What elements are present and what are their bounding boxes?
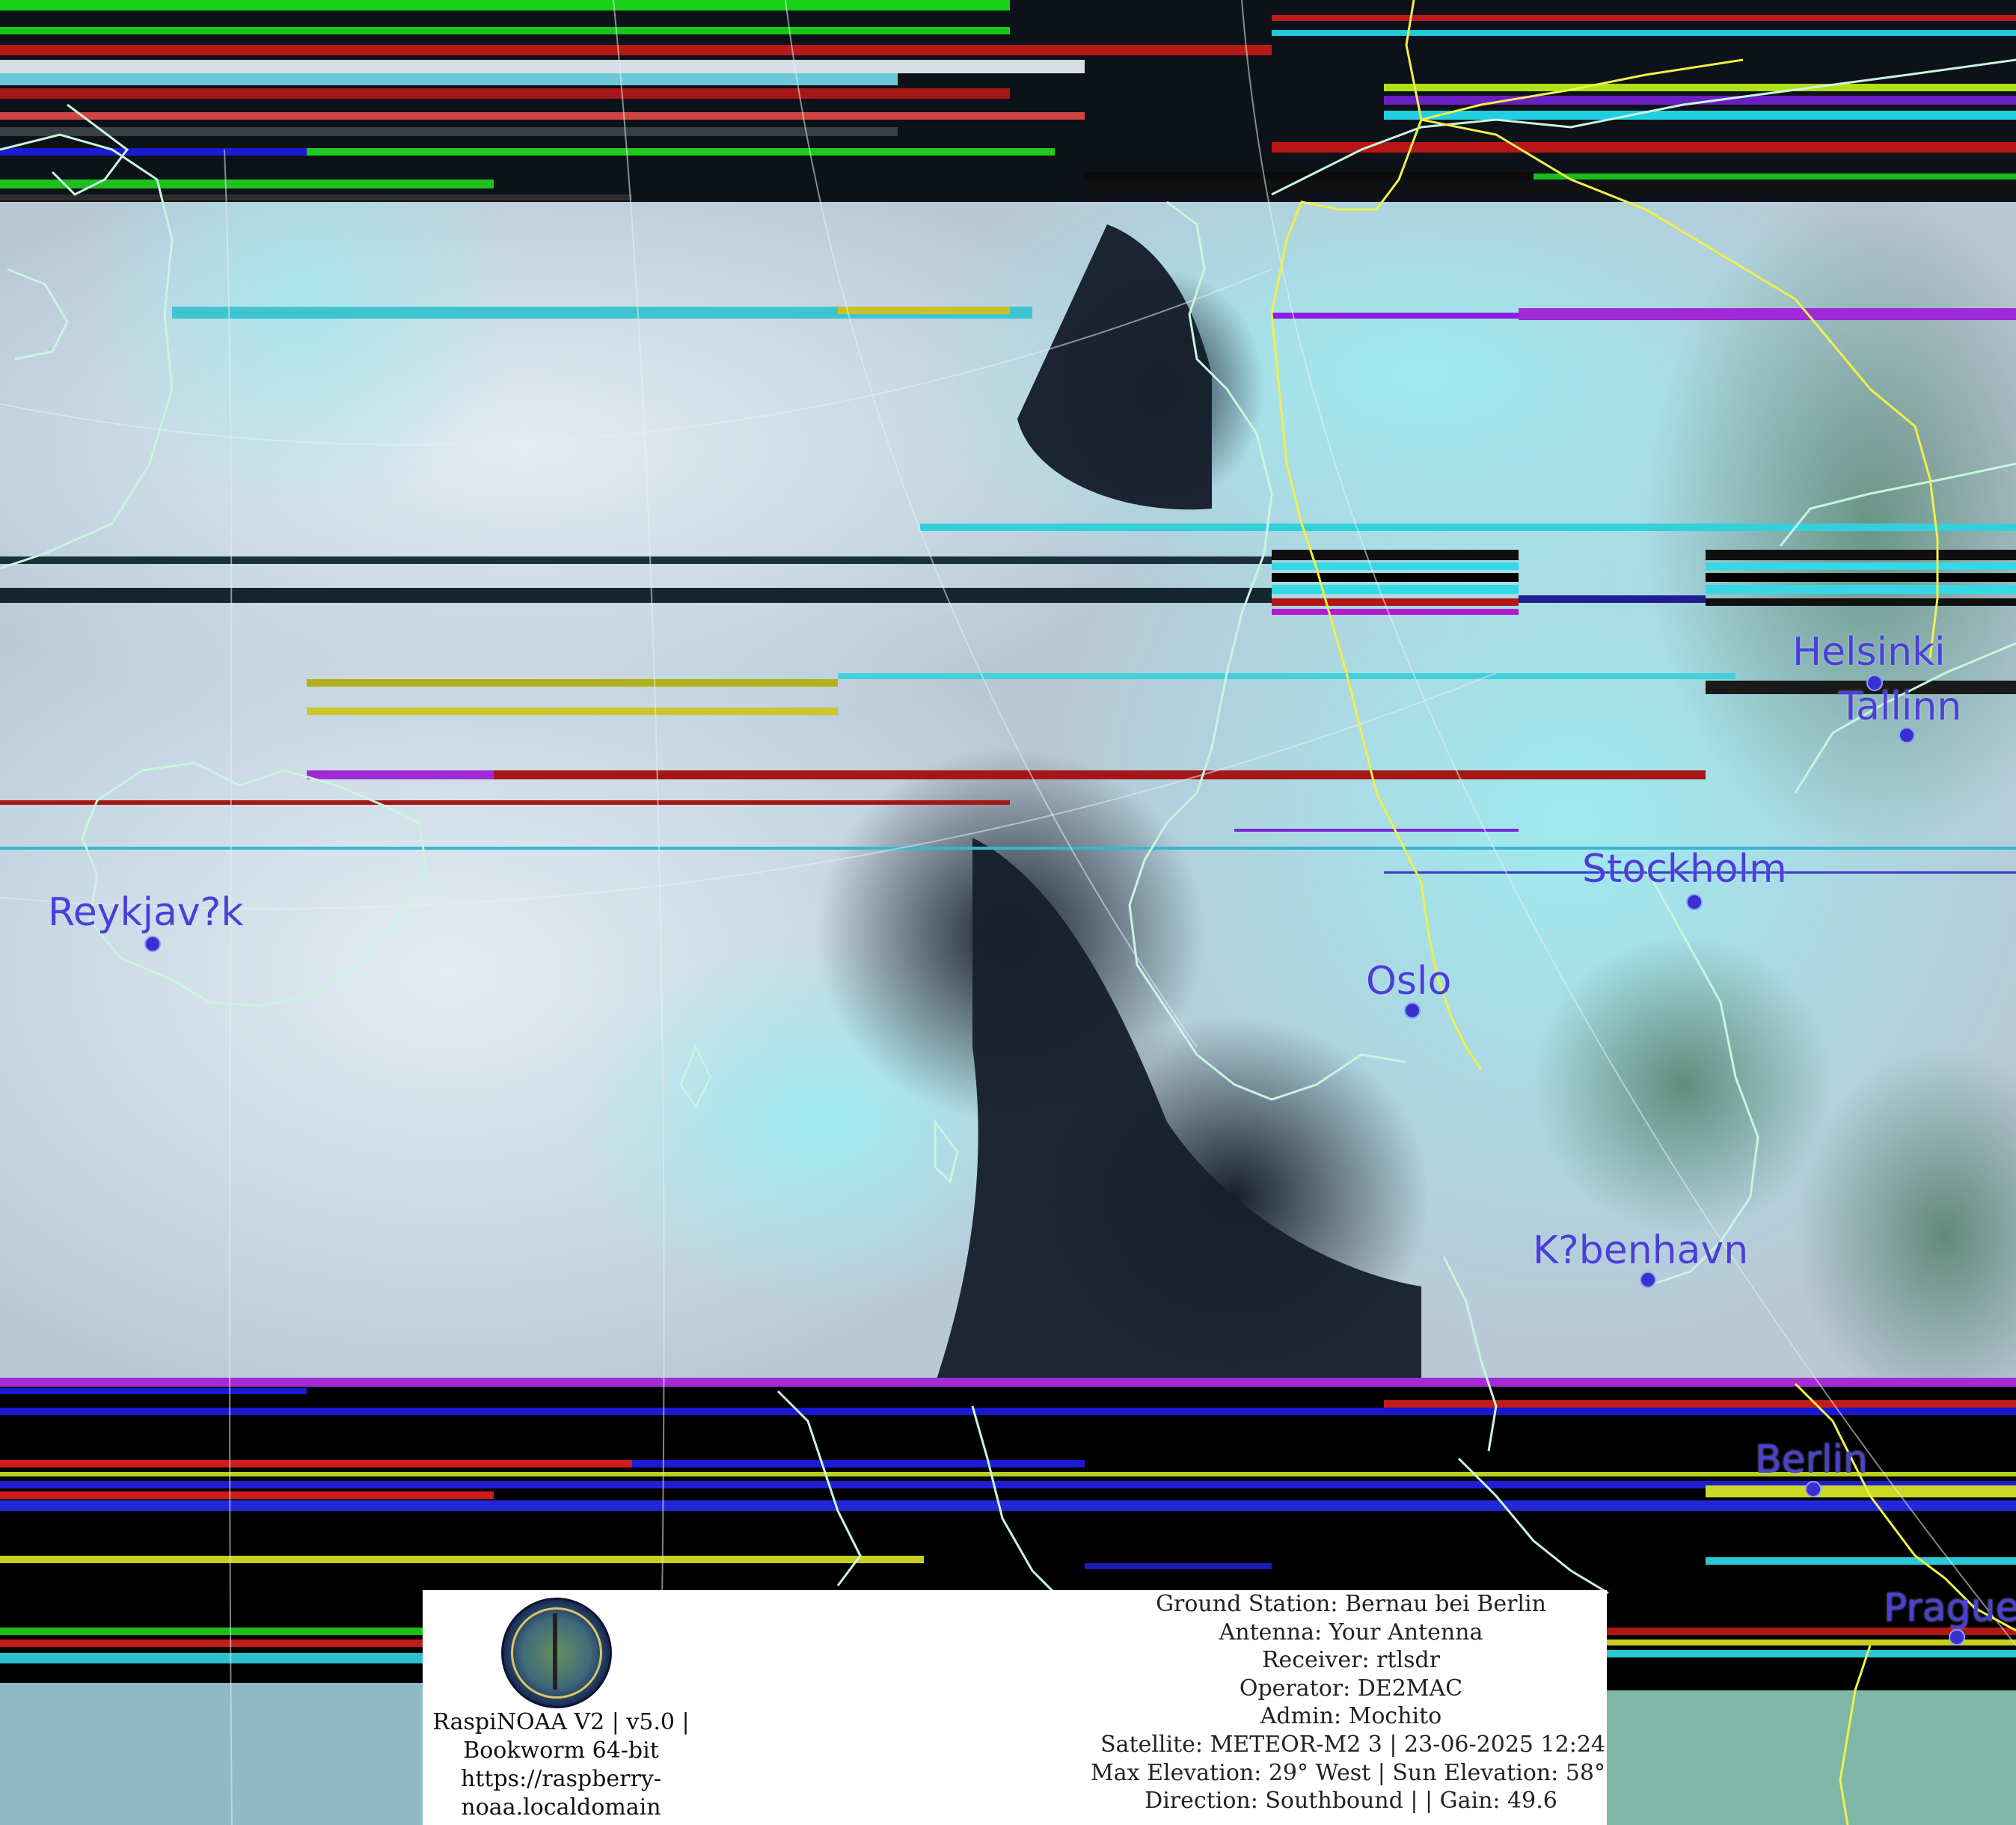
city-label-oslo: Oslo xyxy=(1366,959,1452,1004)
city-label-tallinn: Tallinn xyxy=(1839,684,1962,729)
city-label-reykjavik: Reykjav?k xyxy=(48,890,244,935)
satellite-text: Satellite: METEOR-M2 3 | 23-06-2025 12:2… xyxy=(1100,1731,1605,1758)
city-label-kobenhavn: K?benhavn xyxy=(1533,1228,1749,1273)
lower-image-strip xyxy=(1607,1690,2016,1825)
city-marker-kobenhavn xyxy=(1640,1272,1656,1288)
software-info: RaspiNOAA V2 | v5.0 | Bookworm 64-bit ht… xyxy=(423,1708,699,1822)
lower-left-strip xyxy=(0,1683,423,1825)
ground-station-text: Ground Station: Bernau bei Berlin xyxy=(1156,1591,1546,1617)
station-details: Ground Station: Bernau bei Berlin Antenn… xyxy=(1037,1590,1605,1815)
raspinoaa-logo xyxy=(501,1598,612,1708)
satellite-image xyxy=(0,0,2016,1825)
ground-station-info-panel: RaspiNOAA V2 | v5.0 | Bookworm 64-bit ht… xyxy=(423,1590,1607,1825)
antenna-mast-icon xyxy=(553,1613,557,1690)
city-marker-prague xyxy=(1949,1629,1965,1645)
city-label-prague: Prague xyxy=(1884,1586,2016,1631)
city-marker-berlin xyxy=(1805,1481,1822,1497)
elevation-text: Max Elevation: 29° West | Sun Elevation:… xyxy=(1091,1759,1605,1786)
direction-text: Direction: Southbound | | Gain: 49.6 xyxy=(1145,1788,1557,1815)
software-line-1: RaspiNOAA V2 | v5.0 | xyxy=(432,1709,690,1735)
admin-text: Admin: Mochito xyxy=(1260,1703,1442,1730)
receiver-text: Receiver: rtlsdr xyxy=(1261,1647,1441,1674)
city-label-berlin: Berlin xyxy=(1755,1438,1868,1482)
software-line-3: https://raspberry- xyxy=(461,1766,661,1792)
city-marker-tallinn xyxy=(1899,727,1915,743)
city-marker-stockholm xyxy=(1686,894,1703,910)
operator-text: Operator: DE2MAC xyxy=(1239,1675,1463,1702)
city-marker-oslo xyxy=(1404,1002,1421,1019)
software-line-2: Bookworm 64-bit xyxy=(463,1737,659,1764)
antenna-text: Antenna: Your Antenna xyxy=(1219,1619,1483,1645)
city-label-stockholm: Stockholm xyxy=(1582,847,1787,892)
city-label-helsinki: Helsinki xyxy=(1792,630,1946,675)
software-line-4: noaa.localdomain xyxy=(461,1794,661,1821)
city-marker-reykjavik xyxy=(144,936,161,952)
